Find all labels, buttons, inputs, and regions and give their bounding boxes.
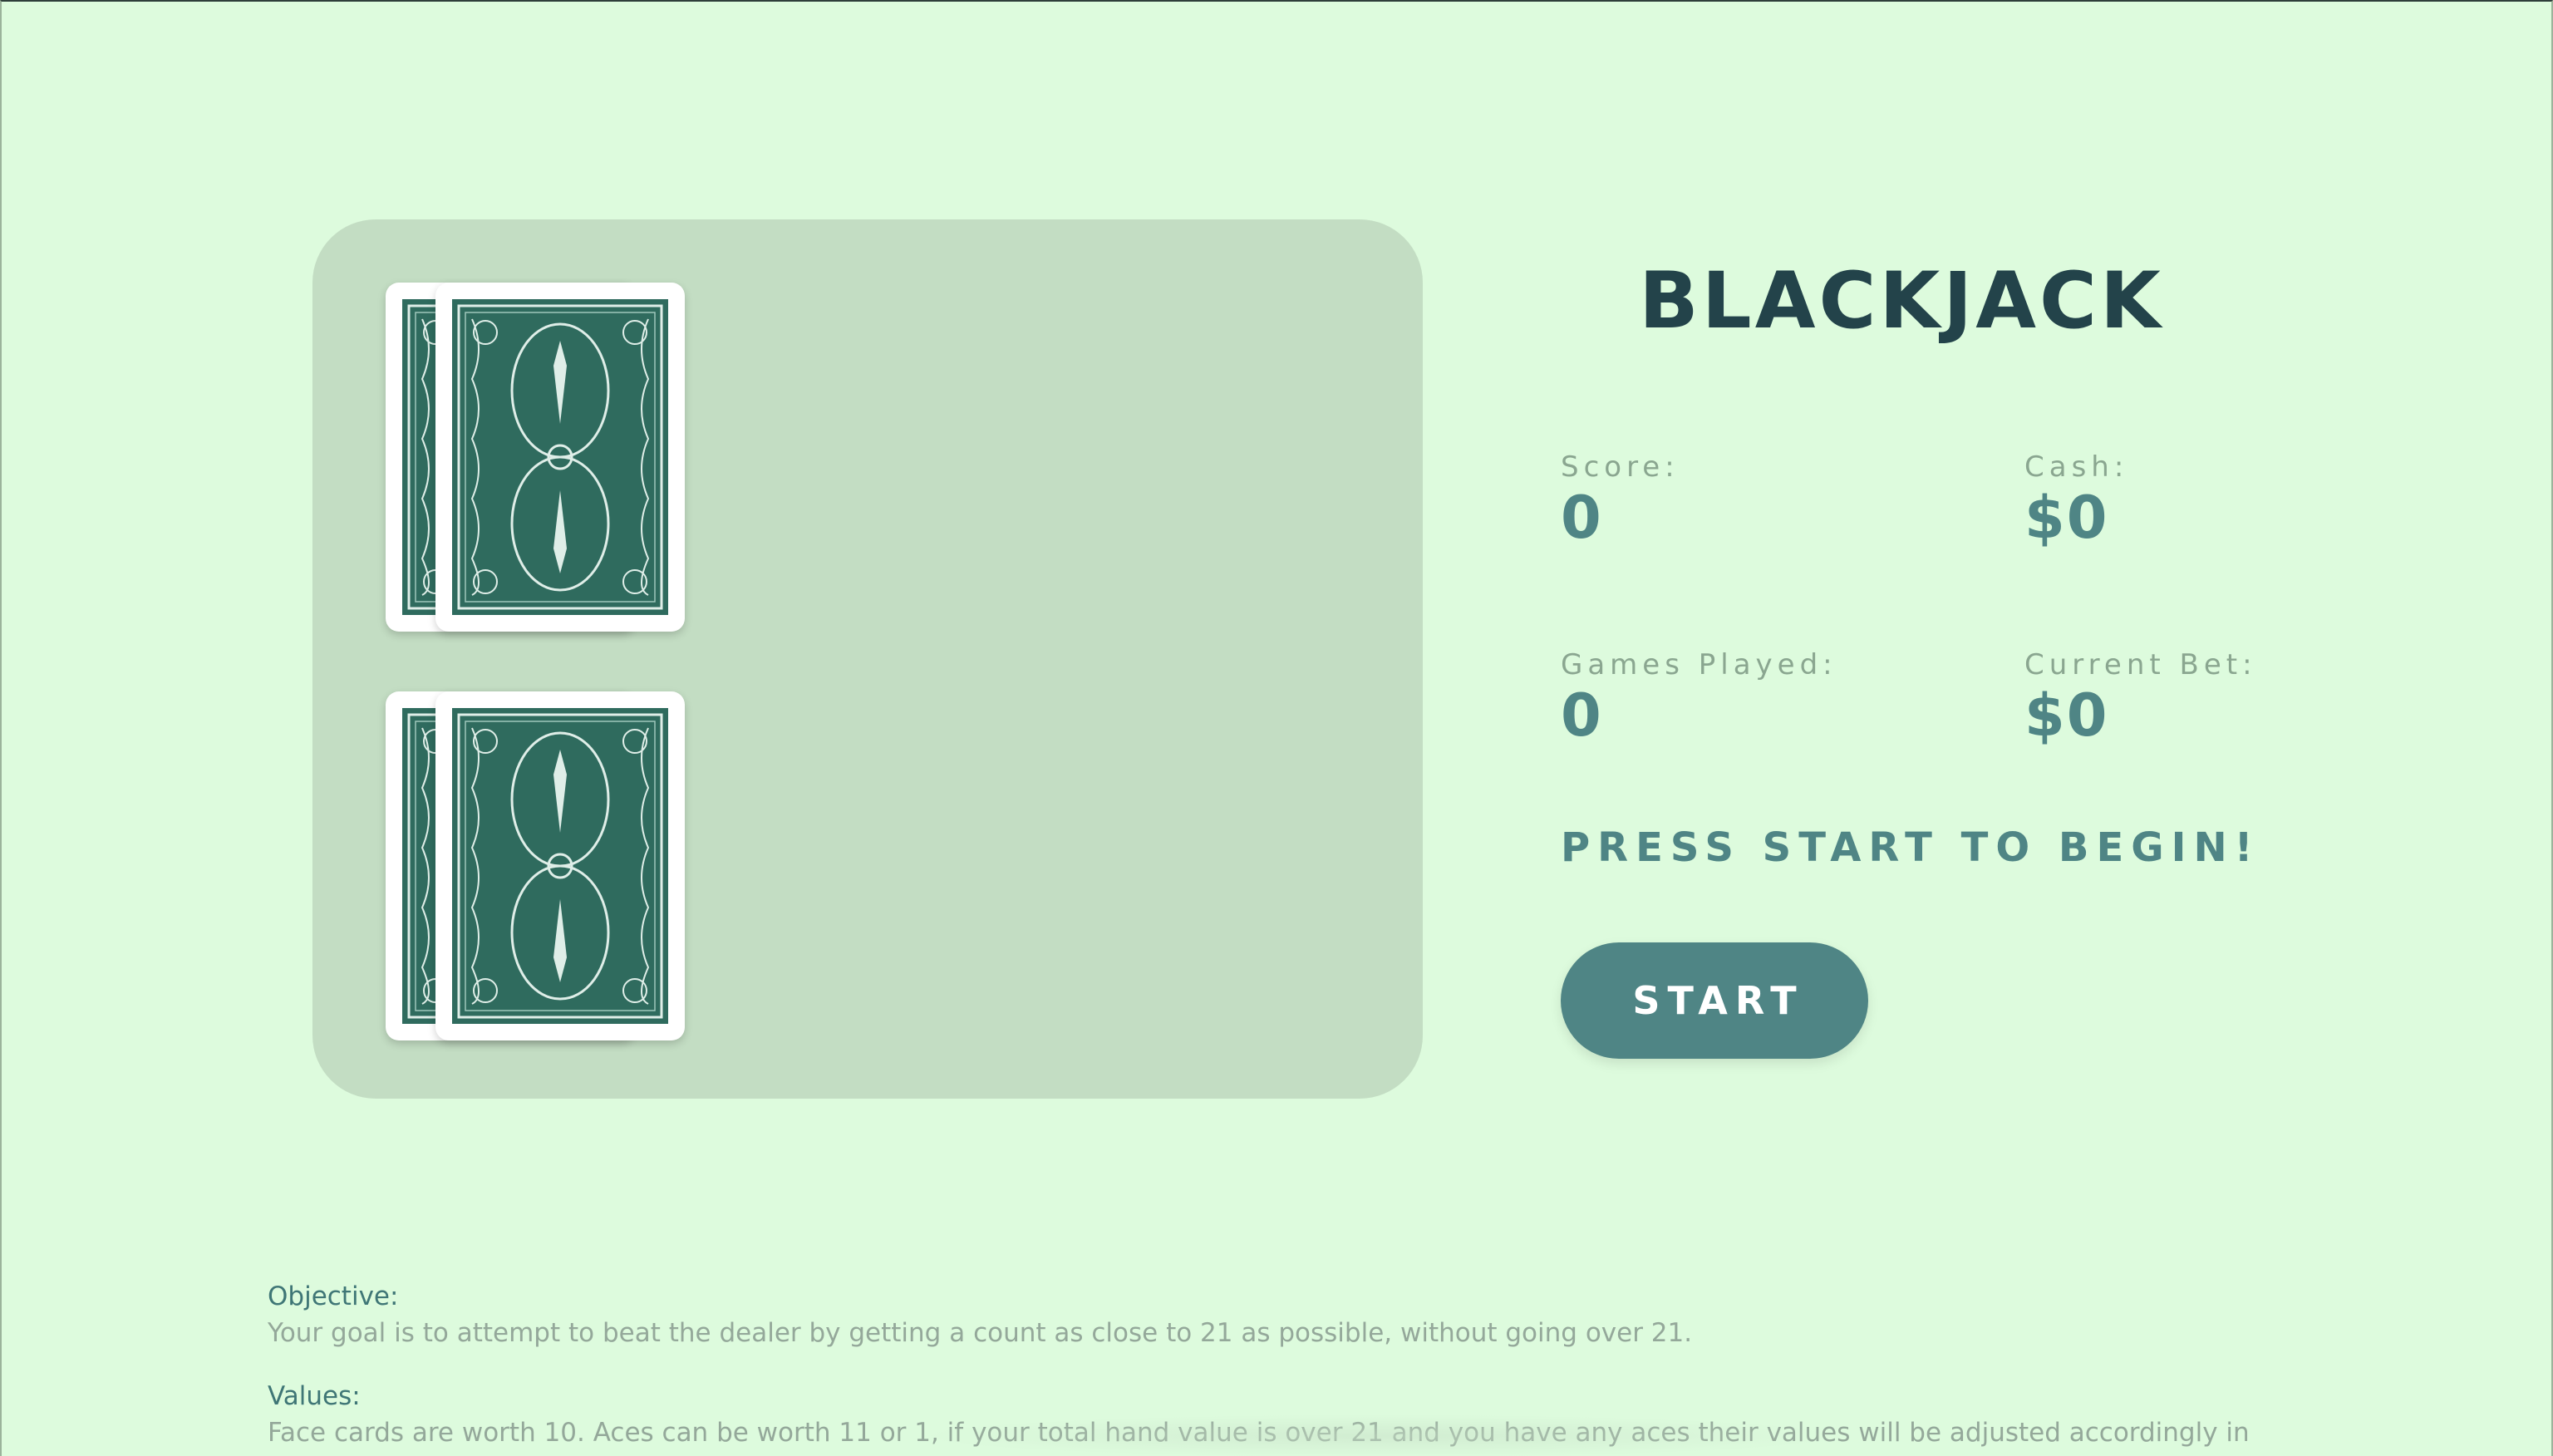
card-back <box>435 691 685 1040</box>
games-played-label: Games Played: <box>1561 648 1837 681</box>
card-table <box>312 219 1423 1099</box>
score-value: 0 <box>1561 484 1603 552</box>
player-hand <box>386 691 701 1040</box>
page: BLACKJACK Score: 0 Cash: $0 Games Played… <box>0 0 2553 1456</box>
game-title: BLACKJACK <box>1639 256 2164 347</box>
objective-heading: Objective: <box>268 1281 399 1311</box>
values-text: Face cards are worth 10. Aces can be wor… <box>268 1418 2250 1448</box>
status-message: PRESS START TO BEGIN! <box>1561 824 2260 871</box>
cash-label: Cash: <box>2024 450 2129 484</box>
cash-value: $0 <box>2024 484 2109 552</box>
start-button[interactable]: START <box>1561 942 1868 1059</box>
card-back <box>435 283 685 632</box>
card-back-pattern-icon <box>452 708 668 1024</box>
cash-stat: Cash: $0 <box>2024 450 2128 552</box>
games-played-stat: Games Played: 0 <box>1561 648 1837 750</box>
objective-text: Your goal is to attempt to beat the deal… <box>268 1318 1693 1348</box>
score-label: Score: <box>1561 450 1680 484</box>
dealer-hand <box>386 283 701 632</box>
games-played-value: 0 <box>1561 681 1603 750</box>
card-back-pattern-icon <box>452 299 668 615</box>
instructions: Objective: Your goal is to attempt to be… <box>268 1281 2279 1456</box>
current-bet-label: Current Bet: <box>2024 648 2257 681</box>
score-stat: Score: 0 <box>1561 450 1680 552</box>
values-heading: Values: <box>268 1381 361 1411</box>
current-bet-stat: Current Bet: $0 <box>2024 648 2257 750</box>
current-bet-value: $0 <box>2024 681 2109 750</box>
